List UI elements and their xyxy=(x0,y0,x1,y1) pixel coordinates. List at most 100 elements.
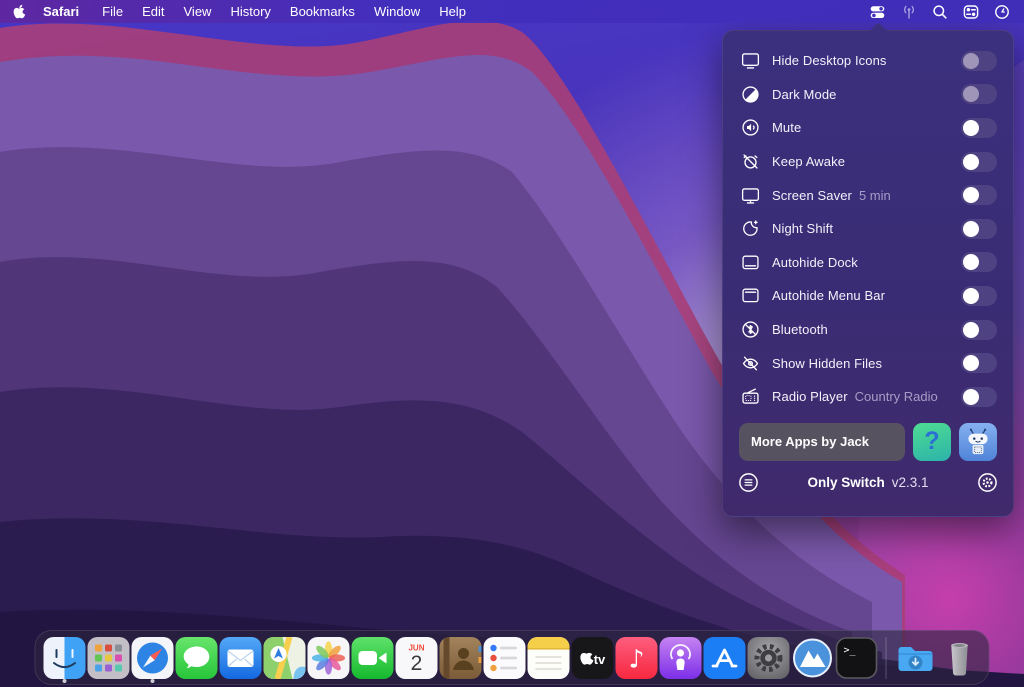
toggle-knob xyxy=(963,86,979,102)
menu-edit[interactable]: Edit xyxy=(142,4,164,19)
toggle-night-shift[interactable] xyxy=(961,219,997,239)
dock-tv[interactable]: tv xyxy=(572,631,614,684)
dock-mail[interactable] xyxy=(220,631,262,684)
desktop: Safari File Edit View History Bookmarks Windo… xyxy=(0,0,1024,687)
switch-row-night-shift: Night Shift xyxy=(739,212,997,246)
dock-reminders[interactable] xyxy=(484,631,526,684)
clock-icon[interactable] xyxy=(993,3,1010,20)
apple-menu[interactable] xyxy=(12,4,27,20)
switch-row-mute: Mute xyxy=(739,111,997,145)
switch-row-screen-saver: Screen Saver 5 min xyxy=(739,178,997,212)
control-center-icon[interactable] xyxy=(962,3,979,20)
toggle-knob xyxy=(963,221,979,237)
more-apps-section: More Apps by Jack ? xyxy=(723,414,1013,461)
question-app-icon[interactable]: ? xyxy=(913,423,951,461)
running-indicator xyxy=(151,679,155,683)
toggle-autohide-dock[interactable] xyxy=(961,252,997,272)
toggle-autohide-menu-bar[interactable] xyxy=(961,286,997,306)
dock-calendar[interactable]: JUN2 xyxy=(396,631,438,684)
panel-title: Only Switch v2.3.1 xyxy=(759,475,977,490)
toggle-keep-awake[interactable] xyxy=(961,152,997,172)
dock-facetime[interactable] xyxy=(352,631,394,684)
svg-text:tv: tv xyxy=(594,652,606,667)
dock-podcasts[interactable] xyxy=(660,631,702,684)
antenna-icon[interactable] xyxy=(900,3,917,20)
dock-system-preferences[interactable] xyxy=(748,631,790,684)
autohide-menubar-icon xyxy=(739,285,761,306)
running-indicator xyxy=(63,679,67,683)
dock-downloads[interactable] xyxy=(895,631,937,684)
dock-mountain-app[interactable] xyxy=(792,631,834,684)
more-apps-button[interactable]: More Apps by Jack xyxy=(739,423,905,461)
toggle-mute[interactable] xyxy=(961,118,997,138)
menu-window[interactable]: Window xyxy=(374,4,420,19)
dock-contacts[interactable] xyxy=(440,631,482,684)
svg-text:2: 2 xyxy=(411,652,423,675)
svg-text:>_: >_ xyxy=(844,645,857,656)
settings-button[interactable] xyxy=(977,472,998,493)
toggle-knob xyxy=(963,322,979,338)
spotlight-icon[interactable] xyxy=(931,3,948,20)
toggle-screen-saver[interactable] xyxy=(961,185,997,205)
toggle-hide-desktop-icons[interactable] xyxy=(961,51,997,71)
screen-saver-icon xyxy=(739,185,761,206)
robot-app-icon[interactable] xyxy=(959,423,997,461)
dock-terminal[interactable]: >_ xyxy=(836,631,878,684)
switch-row-bluetooth: Bluetooth xyxy=(739,313,997,347)
toggle-knob xyxy=(963,254,979,270)
menu-view[interactable]: View xyxy=(184,4,212,19)
dock-messages[interactable] xyxy=(176,631,218,684)
toggle-show-hidden-files[interactable] xyxy=(961,353,997,373)
radio-icon xyxy=(739,386,761,407)
dock-trash[interactable] xyxy=(939,631,981,684)
menu-bookmarks[interactable]: Bookmarks xyxy=(290,4,355,19)
toggle-radio-player[interactable] xyxy=(961,387,997,407)
switch-label: Show Hidden Files xyxy=(772,356,882,371)
robot-icon xyxy=(963,427,993,457)
switch-label: Keep Awake xyxy=(772,154,845,169)
switch-row-dark-mode: Dark Mode xyxy=(739,78,997,112)
toggle-knob xyxy=(963,355,979,371)
dock-photos[interactable] xyxy=(308,631,350,684)
bluetooth-icon xyxy=(739,319,761,340)
dock-notes[interactable] xyxy=(528,631,570,684)
switch-label: Night Shift xyxy=(772,221,833,236)
dock-maps[interactable] xyxy=(264,631,306,684)
switch-label: Mute xyxy=(772,120,801,135)
toggle-knob xyxy=(963,154,979,170)
menu-file[interactable]: File xyxy=(102,4,123,19)
toggle-dark-mode[interactable] xyxy=(961,84,997,104)
keep-awake-icon xyxy=(739,151,761,172)
menu-button[interactable] xyxy=(738,472,759,493)
menu-items: File Edit View History Bookmarks Window Help xyxy=(83,4,466,19)
only-switch-panel: Hide Desktop IconsDark Mode Mute Keep Awak… xyxy=(722,30,1014,517)
switch-value: 5 min xyxy=(859,188,891,203)
dock-finder[interactable] xyxy=(44,631,86,684)
toggle-knob xyxy=(963,53,979,69)
switch-label: Screen Saver xyxy=(772,188,852,203)
switch-value: Country Radio xyxy=(855,389,938,404)
toggle-knob xyxy=(963,120,979,136)
menu-help[interactable]: Help xyxy=(439,4,466,19)
dock-launchpad[interactable] xyxy=(88,631,130,684)
menu-history[interactable]: History xyxy=(230,4,270,19)
only-switch-menubar-icon[interactable] xyxy=(869,3,886,20)
dock: JUN2 tv ♪ >_ xyxy=(35,630,990,685)
toggle-knob xyxy=(963,389,979,405)
switch-row-autohide-dock: Autohide Dock xyxy=(739,246,997,280)
dock-divider xyxy=(886,637,887,679)
toggle-bluetooth[interactable] xyxy=(961,320,997,340)
switch-row-radio-player: Radio Player Country Radio xyxy=(739,380,997,414)
switch-list: Hide Desktop IconsDark Mode Mute Keep Awak… xyxy=(723,31,1013,414)
dock-app-store[interactable] xyxy=(704,631,746,684)
active-app-name[interactable]: Safari xyxy=(43,4,79,19)
dock-safari[interactable] xyxy=(132,631,174,684)
app-version: v2.3.1 xyxy=(892,475,929,490)
switch-row-show-hidden-files: Show Hidden Files xyxy=(739,346,997,380)
dock-music[interactable]: ♪ xyxy=(616,631,658,684)
app-title: Only Switch xyxy=(807,475,884,490)
status-icons xyxy=(869,3,1010,20)
switch-row-hide-desktop-icons: Hide Desktop Icons xyxy=(739,44,997,78)
switch-row-autohide-menu-bar: Autohide Menu Bar xyxy=(739,279,997,313)
switch-label: Radio Player xyxy=(772,389,848,404)
